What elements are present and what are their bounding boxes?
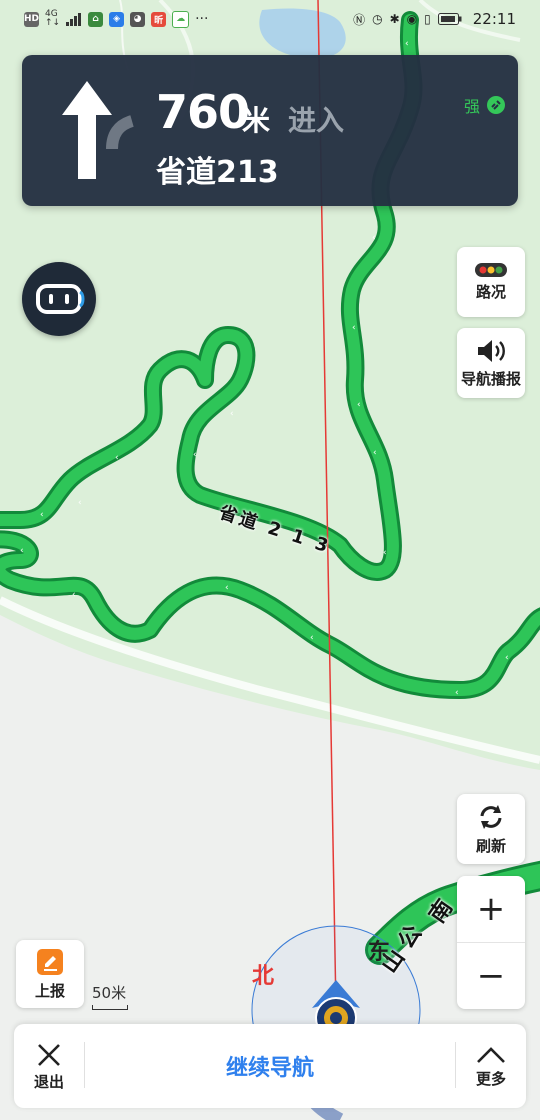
svg-text:‹: ‹ bbox=[230, 409, 234, 419]
svg-text:‹: ‹ bbox=[78, 498, 82, 508]
svg-text:‹: ‹ bbox=[310, 633, 314, 643]
traffic-button[interactable]: 路况 bbox=[457, 247, 525, 317]
svg-text:‹: ‹ bbox=[373, 448, 377, 458]
more-label: 更多 bbox=[475, 1069, 506, 1088]
svg-text:‹: ‹ bbox=[405, 39, 409, 49]
compass-north: 北 bbox=[252, 964, 275, 989]
refresh-label: 刷新 bbox=[475, 837, 506, 855]
bottom-nav-bar: 退出 继续导航 更多 bbox=[14, 1024, 526, 1108]
report-button[interactable]: 上报 bbox=[16, 940, 84, 1008]
voice-assistant-button[interactable] bbox=[22, 262, 96, 336]
compass-east: 东 bbox=[368, 940, 391, 965]
cloud-app-icon: ☁ bbox=[172, 10, 190, 28]
refresh-icon bbox=[480, 805, 502, 829]
svg-text:‹: ‹ bbox=[505, 653, 509, 663]
road-label-char: 道 bbox=[236, 508, 263, 535]
svg-text:‹: ‹ bbox=[115, 453, 119, 463]
vibrate-icon: ▯ bbox=[424, 12, 431, 26]
shield-app-icon: ◈ bbox=[109, 11, 125, 27]
4g-signal-icon: 4G ↑↓ bbox=[45, 9, 61, 28]
guidance-road-name: 省道213 bbox=[156, 155, 279, 190]
straight-arrow-icon bbox=[62, 81, 134, 179]
bluetooth-icon: ✱ bbox=[389, 12, 400, 26]
zoom-in-button[interactable]: + bbox=[457, 876, 525, 942]
svg-text:‹: ‹ bbox=[225, 583, 229, 593]
status-right-icons: Ⓝ ◷ ✱ ◉ ▯ 22:11 bbox=[353, 10, 516, 28]
speaker-icon bbox=[478, 340, 505, 362]
status-left-icons: HD 4G ↑↓ ⌂ ◈ ◕ 昕 ☁ ··· bbox=[24, 10, 208, 28]
svg-text:‹: ‹ bbox=[40, 510, 44, 520]
voice-broadcast-button[interactable]: 导航播报 bbox=[457, 328, 525, 398]
scale-label: 50米 bbox=[92, 984, 127, 1002]
refresh-button[interactable]: 刷新 bbox=[457, 794, 525, 864]
turn-guidance-card[interactable]: 760 米 进入 省道213 强 bbox=[22, 55, 518, 206]
road-label-char: 1 bbox=[288, 525, 310, 551]
svg-text:‹: ‹ bbox=[20, 546, 24, 556]
svg-text:‹: ‹ bbox=[357, 400, 361, 410]
status-bar: HD 4G ↑↓ ⌂ ◈ ◕ 昕 ☁ ··· Ⓝ ◷ ✱ ◉ ▯ 22:11 bbox=[0, 0, 540, 40]
traffic-light-icon bbox=[475, 263, 507, 277]
svg-text:‹: ‹ bbox=[455, 688, 459, 698]
wechat-icon: ◕ bbox=[130, 11, 146, 27]
more-button[interactable]: 更多 bbox=[456, 1024, 526, 1108]
svg-text:‹: ‹ bbox=[193, 450, 197, 460]
zoom-controls: + − bbox=[457, 876, 525, 1009]
close-icon bbox=[38, 1043, 60, 1066]
svg-text:‹: ‹ bbox=[72, 590, 76, 600]
robot-face-icon bbox=[36, 284, 85, 314]
battery-icon bbox=[437, 13, 462, 25]
zoom-out-button[interactable]: − bbox=[457, 943, 525, 1009]
continue-navigation-button[interactable]: 继续导航 bbox=[85, 1024, 455, 1108]
news-app-icon: 昕 bbox=[151, 11, 167, 27]
report-edit-icon bbox=[37, 949, 63, 975]
exit-label: 退出 bbox=[33, 1072, 64, 1091]
alarm-icon: ◷ bbox=[372, 12, 383, 26]
more-dots-icon: ··· bbox=[195, 11, 209, 27]
exit-button[interactable]: 退出 bbox=[14, 1024, 84, 1108]
location-icon: ◉ bbox=[406, 12, 418, 26]
svg-text:‹: ‹ bbox=[383, 548, 387, 558]
map-app-icon: ⌂ bbox=[88, 11, 104, 27]
guidance-unit: 米 bbox=[242, 104, 271, 137]
gps-strength: 强 bbox=[464, 93, 506, 117]
clock: 22:11 bbox=[472, 10, 516, 28]
guidance-distance: 760 bbox=[156, 85, 250, 139]
scale-bar bbox=[92, 1005, 128, 1010]
road-label-char: 2 bbox=[265, 517, 287, 543]
voice-broadcast-label: 导航播报 bbox=[460, 370, 521, 388]
svg-text:‹: ‹ bbox=[352, 323, 356, 333]
map-scale: 50米 bbox=[92, 982, 128, 1010]
gps-strength-label: 强 bbox=[463, 97, 480, 116]
svg-text:‹: ‹ bbox=[372, 233, 376, 243]
traffic-label: 路况 bbox=[475, 283, 506, 301]
nfc-icon: Ⓝ bbox=[353, 12, 366, 27]
hd-icon: HD bbox=[24, 11, 39, 27]
report-label: 上报 bbox=[34, 982, 65, 1000]
satellite-icon bbox=[487, 96, 505, 114]
chevron-up-icon bbox=[477, 1046, 505, 1063]
guidance-action: 进入 bbox=[288, 104, 345, 137]
signal-bars-icon bbox=[66, 13, 82, 26]
